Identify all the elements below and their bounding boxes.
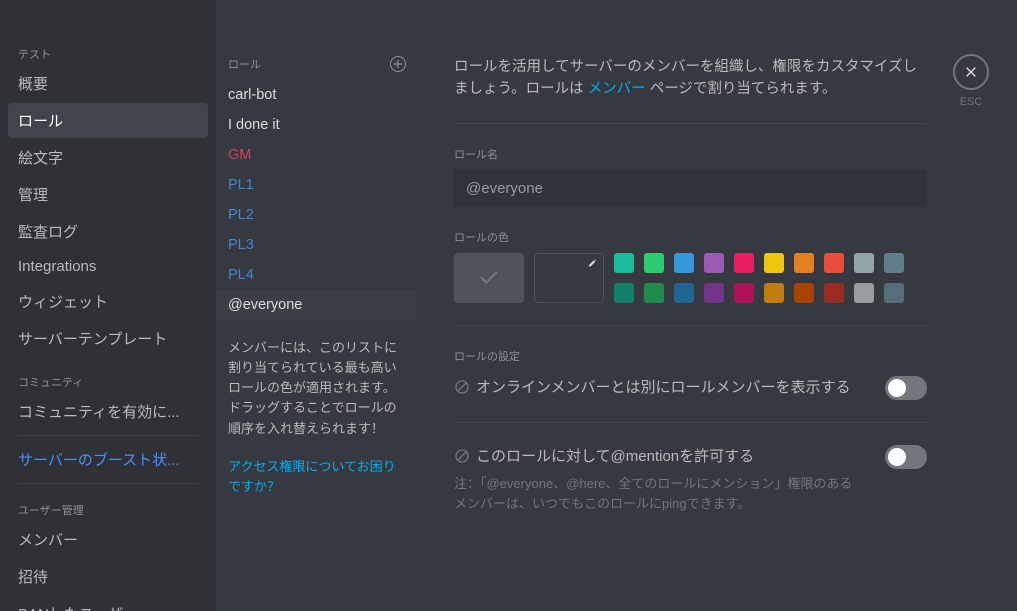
color-swatch[interactable]	[644, 253, 664, 273]
section-header-server: テスト	[8, 40, 208, 66]
color-swatch[interactable]	[824, 253, 844, 273]
close-button[interactable]	[953, 54, 989, 90]
color-swatch[interactable]	[614, 283, 634, 303]
toggle-allow-mention[interactable]	[885, 445, 927, 469]
color-swatch[interactable]	[644, 283, 664, 303]
color-swatch[interactable]	[764, 253, 784, 273]
role-color-label: ロールの色	[454, 229, 927, 245]
check-icon	[478, 267, 500, 289]
color-swatch[interactable]	[674, 283, 694, 303]
role-item[interactable]: GM	[216, 140, 416, 170]
color-swatch[interactable]	[734, 283, 754, 303]
color-picker	[454, 253, 927, 303]
role-settings-content: ロールを活用してサーバーのメンバーを組織し、権限をカスタマイズしましょう。ロール…	[416, 0, 1017, 611]
color-swatch[interactable]	[704, 283, 724, 303]
nav-server-template[interactable]: サーバーテンプレート	[8, 321, 208, 356]
nav-integrations[interactable]: Integrations	[8, 251, 208, 282]
divider	[18, 483, 198, 484]
deny-icon	[454, 379, 470, 395]
role-name-label: ロール名	[454, 146, 927, 162]
role-item[interactable]: PL1	[216, 170, 416, 200]
nav-server-boost[interactable]: サーバーのブースト状...	[8, 442, 208, 477]
setting-mention-text: このロールに対して@mentionを許可する	[476, 445, 754, 468]
color-swatch-grid	[614, 253, 904, 303]
roles-list-column: ロール carl-botI done itGMPL1PL2PL3PL4@ever…	[216, 0, 416, 611]
color-swatch[interactable]	[854, 283, 874, 303]
color-swatch[interactable]	[704, 253, 724, 273]
roles-help-text: メンバーには、このリストに割り当てられている最も高いロールの色が適用されます。ド…	[216, 320, 416, 447]
nav-roles[interactable]: ロール	[8, 103, 208, 138]
role-item[interactable]: PL2	[216, 200, 416, 230]
nav-bans[interactable]: BANしたユーザー	[8, 596, 208, 611]
permissions-help-link[interactable]: アクセス権限についてお困りですか？	[216, 447, 416, 497]
color-swatch[interactable]	[614, 253, 634, 273]
nav-audit-log[interactable]: 監査ログ	[8, 214, 208, 249]
setting-mention-note: 注：「@everyone、@here、全てのロールにメンション」権限のあるメンバ…	[454, 474, 865, 514]
plus-icon	[394, 60, 402, 68]
color-swatch[interactable]	[884, 283, 904, 303]
eyedropper-icon	[586, 258, 598, 273]
color-swatch[interactable]	[734, 253, 754, 273]
custom-color-button[interactable]	[534, 253, 604, 303]
divider	[454, 123, 927, 124]
close-icon	[963, 64, 979, 80]
divider	[18, 435, 198, 436]
color-swatch[interactable]	[794, 253, 814, 273]
members-link[interactable]: メンバー	[588, 81, 650, 97]
roles-header-label: ロール	[228, 56, 261, 72]
divider	[454, 325, 927, 326]
settings-sidebar: テスト 概要 ロール 絵文字 管理 監査ログ Integrations ウィジェ…	[0, 0, 216, 611]
color-swatch[interactable]	[854, 253, 874, 273]
role-item[interactable]: @everyone	[216, 290, 416, 320]
role-item[interactable]: PL3	[216, 230, 416, 260]
role-name-input[interactable]	[454, 170, 927, 207]
color-swatch[interactable]	[824, 283, 844, 303]
color-swatch[interactable]	[794, 283, 814, 303]
divider	[454, 422, 927, 423]
role-item[interactable]: PL4	[216, 260, 416, 290]
role-item[interactable]: carl-bot	[216, 80, 416, 110]
nav-members[interactable]: メンバー	[8, 522, 208, 557]
color-swatch[interactable]	[764, 283, 784, 303]
role-settings-label: ロールの設定	[454, 348, 927, 364]
nav-moderation[interactable]: 管理	[8, 177, 208, 212]
nav-overview[interactable]: 概要	[8, 66, 208, 101]
nav-widget[interactable]: ウィジェット	[8, 284, 208, 319]
esc-label: ESC	[953, 96, 989, 108]
add-role-button[interactable]	[390, 56, 406, 72]
nav-invites[interactable]: 招待	[8, 559, 208, 594]
color-swatch[interactable]	[674, 253, 694, 273]
section-header-community: コミュニティ	[8, 368, 208, 394]
intro-text: ロールを活用してサーバーのメンバーを組織し、権限をカスタマイズしましょう。ロール…	[454, 56, 927, 101]
default-color-swatch[interactable]	[454, 253, 524, 303]
intro-after: ページで割り当てられます。	[650, 81, 837, 97]
setting-allow-mention: このロールに対して@mentionを許可する 注：「@everyone、@her…	[454, 445, 927, 515]
section-header-user-mgmt: ユーザー管理	[8, 496, 208, 522]
nav-enable-community[interactable]: コミュニティを有効に...	[8, 394, 208, 429]
role-item[interactable]: I done it	[216, 110, 416, 140]
deny-icon	[454, 448, 470, 464]
setting-display-text: オンラインメンバーとは別にロールメンバーを表示する	[476, 376, 851, 399]
toggle-display-separately[interactable]	[885, 376, 927, 400]
setting-display-separately: オンラインメンバーとは別にロールメンバーを表示する	[454, 376, 927, 400]
nav-emoji[interactable]: 絵文字	[8, 140, 208, 175]
color-swatch[interactable]	[884, 253, 904, 273]
